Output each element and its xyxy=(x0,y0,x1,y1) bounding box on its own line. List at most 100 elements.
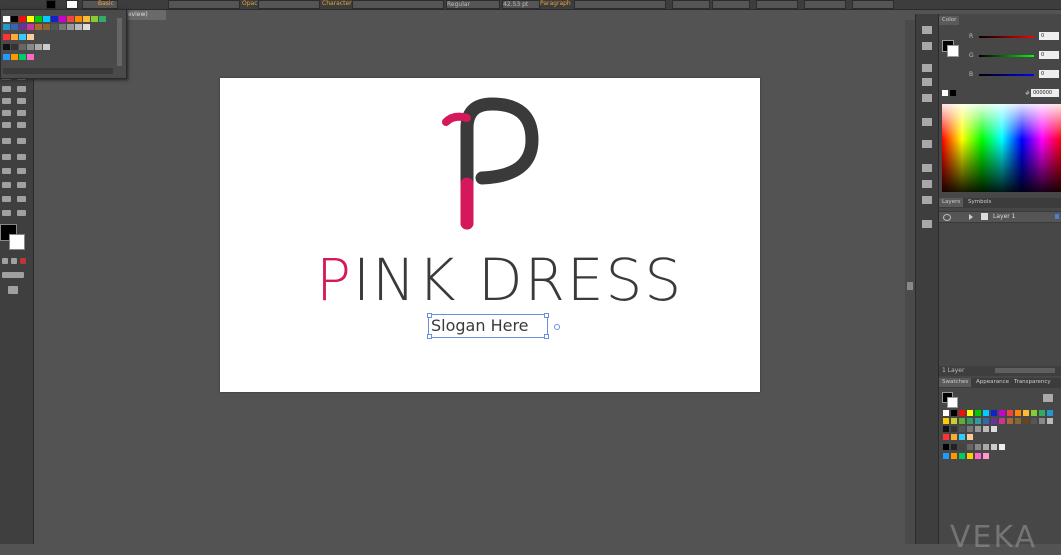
input-g[interactable]: 0 xyxy=(1039,51,1059,59)
pen-tool-icon[interactable] xyxy=(2,86,11,92)
font-size-field[interactable]: 42.53 pt xyxy=(502,0,540,9)
black-swatch-icon[interactable] xyxy=(950,90,956,96)
tab-transparency[interactable]: Transparency xyxy=(1011,378,1054,387)
swatch-green[interactable] xyxy=(35,16,42,22)
color-guide-icon[interactable] xyxy=(922,26,932,34)
swatch-red[interactable] xyxy=(19,16,26,22)
swatch-gray-lighter[interactable] xyxy=(83,24,90,30)
swatch-yellow[interactable] xyxy=(27,16,34,22)
selection-handle-br[interactable] xyxy=(544,334,549,339)
swatch-pink[interactable] xyxy=(27,24,34,30)
align-icon[interactable] xyxy=(922,42,932,50)
panel-swatch[interactable] xyxy=(983,453,989,459)
symbols-icon[interactable] xyxy=(922,140,932,148)
slogan-text[interactable]: Slogan Here xyxy=(431,316,529,335)
panel-swatch[interactable] xyxy=(967,444,973,450)
swatch-lime[interactable] xyxy=(91,16,98,22)
panel-swatch[interactable] xyxy=(959,434,965,440)
eyedropper-icon[interactable] xyxy=(2,168,11,174)
list-view-icon[interactable] xyxy=(1043,394,1053,402)
hex-input[interactable]: 000000 xyxy=(1031,89,1059,97)
x-field[interactable] xyxy=(672,0,710,9)
paragraph-label[interactable]: Paragraph xyxy=(540,0,571,7)
font-style-field[interactable]: Regular xyxy=(446,0,500,9)
stroke-swatch[interactable] xyxy=(66,0,78,9)
artboard[interactable]: Pink Dress Slogan Here xyxy=(220,78,760,392)
eye-icon[interactable] xyxy=(943,214,951,221)
panel-swatch[interactable] xyxy=(1031,410,1037,416)
swatch-blue[interactable] xyxy=(51,16,58,22)
swatch-magenta[interactable] xyxy=(59,16,66,22)
panel-swatch[interactable] xyxy=(951,426,957,432)
swatch-sky[interactable] xyxy=(3,24,10,30)
panel-swatch[interactable] xyxy=(967,410,973,416)
panel-swatch[interactable] xyxy=(1047,410,1053,416)
blend-tool-icon[interactable] xyxy=(17,168,26,174)
y-field[interactable] xyxy=(712,0,750,9)
brush-tool-icon[interactable] xyxy=(2,110,11,116)
pathfinder-icon[interactable] xyxy=(922,180,932,188)
panel-swatch[interactable] xyxy=(943,453,949,459)
swatch-orange-3[interactable] xyxy=(11,54,18,60)
swatch-red-2[interactable] xyxy=(3,34,10,40)
slider-b[interactable] xyxy=(979,74,1034,76)
graph-tool-icon[interactable] xyxy=(17,182,26,188)
opacity-label[interactable]: Opacity xyxy=(242,0,265,7)
layers-footer-icons[interactable] xyxy=(995,368,1055,373)
swatch-peach[interactable] xyxy=(27,34,34,40)
scale-tool-icon[interactable] xyxy=(17,122,26,128)
panel-swatch[interactable] xyxy=(991,418,997,424)
panel-swatch[interactable] xyxy=(951,453,957,459)
swatch-black[interactable] xyxy=(11,16,18,22)
panel-swatch[interactable] xyxy=(967,453,973,459)
opentype-icon[interactable] xyxy=(922,94,932,102)
swatch-teal[interactable] xyxy=(99,16,106,22)
panel-swatch[interactable] xyxy=(1039,418,1045,424)
slice-tool-icon[interactable] xyxy=(17,196,26,202)
width-tool-icon[interactable] xyxy=(2,138,11,144)
color-stroke-box[interactable] xyxy=(947,45,959,57)
swatch-gray-4[interactable] xyxy=(27,44,34,50)
panel-swatch[interactable] xyxy=(975,444,981,450)
shape-builder-icon[interactable] xyxy=(2,154,11,160)
color-spectrum[interactable] xyxy=(942,104,1061,192)
gradient-icon[interactable] xyxy=(922,220,932,228)
swatch-gray-dark[interactable] xyxy=(51,24,58,30)
panel-swatch[interactable] xyxy=(951,418,957,424)
tab-color[interactable]: Color xyxy=(939,16,960,25)
panel-swatch[interactable] xyxy=(1023,410,1029,416)
paragraph-icon[interactable] xyxy=(922,78,932,86)
basic-label[interactable]: Basic xyxy=(98,0,118,7)
actions-icon[interactable] xyxy=(922,118,932,126)
panel-swatch[interactable] xyxy=(967,434,973,440)
swatch-stroke-indicator[interactable] xyxy=(947,397,958,408)
swatch-gray-2[interactable] xyxy=(11,44,18,50)
panel-swatch[interactable] xyxy=(1047,418,1053,424)
panel-swatch[interactable] xyxy=(1031,418,1037,424)
panel-swatch[interactable] xyxy=(983,418,989,424)
pencil-tool-icon[interactable] xyxy=(17,110,26,116)
tab-swatches[interactable]: Swatches xyxy=(939,378,972,387)
panel-swatch[interactable] xyxy=(975,453,981,459)
tab-symbols[interactable]: Symbols xyxy=(965,198,994,207)
width-field[interactable] xyxy=(756,0,798,9)
panel-swatch[interactable] xyxy=(999,418,1005,424)
swatch-brown[interactable] xyxy=(35,24,42,30)
zoom-tool-icon[interactable] xyxy=(17,210,26,216)
color-mode-icon[interactable] xyxy=(2,258,8,264)
symbol-sprayer-icon[interactable] xyxy=(2,182,11,188)
screen-mode-icon[interactable] xyxy=(8,286,18,294)
panel-swatch[interactable] xyxy=(959,453,965,459)
hand-tool-icon[interactable] xyxy=(2,210,11,216)
swatch-white[interactable] xyxy=(3,16,10,22)
panel-swatch[interactable] xyxy=(951,434,957,440)
input-r[interactable]: 0 xyxy=(1039,32,1059,40)
stroke-color-box[interactable] xyxy=(9,234,25,250)
font-family-field[interactable] xyxy=(352,0,444,9)
swatch-gold[interactable] xyxy=(83,16,90,22)
perspective-grid-icon[interactable] xyxy=(17,154,26,160)
swatch-pink-2[interactable] xyxy=(27,54,34,60)
panel-swatch[interactable] xyxy=(999,410,1005,416)
swatch-dark-brown[interactable] xyxy=(43,24,50,30)
swatch-cyan[interactable] xyxy=(43,16,50,22)
